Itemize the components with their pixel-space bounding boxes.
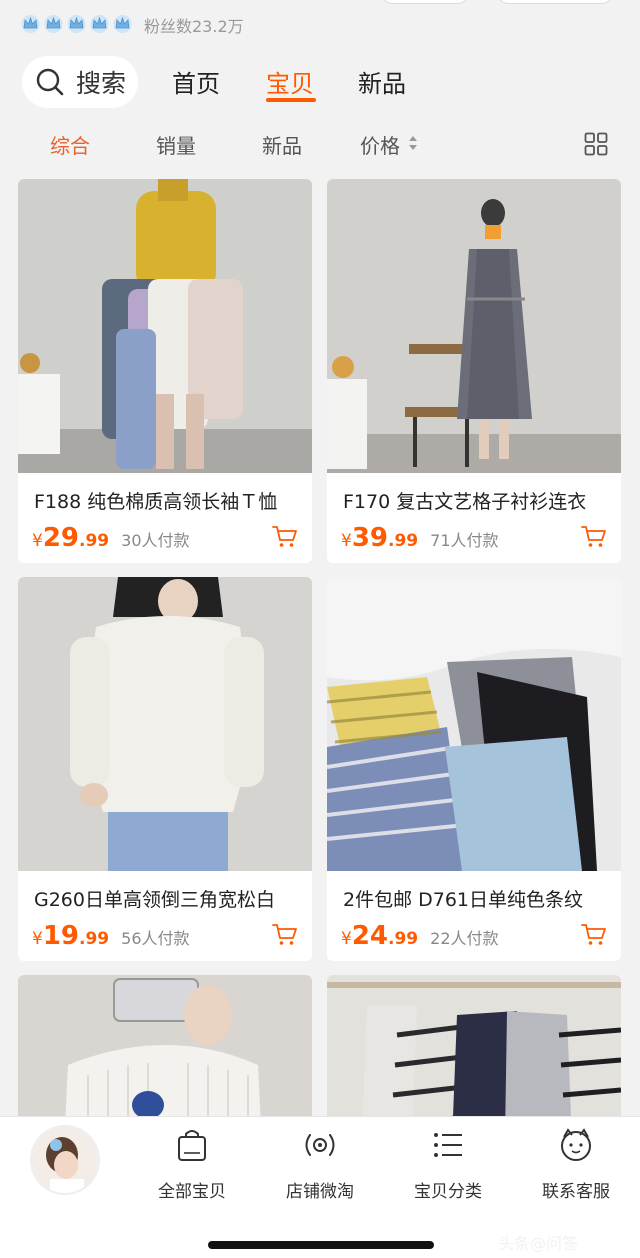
price-integer: 39 (351, 523, 389, 553)
crown-icon (113, 15, 132, 33)
avatar-image (32, 1127, 98, 1193)
product-image (18, 179, 312, 473)
crown-icon (44, 15, 63, 33)
product-image (327, 975, 621, 1135)
price-currency: ¥ (32, 929, 43, 949)
customer-service-icon (561, 1128, 591, 1161)
cart-icon[interactable] (581, 525, 607, 549)
broadcast-icon (305, 1134, 335, 1156)
tab-new-arrivals[interactable]: 新品 (358, 64, 406, 99)
price-integer: 19 (42, 921, 80, 951)
price-row: ¥ 39 .99 71人付款 (341, 523, 499, 553)
sort-bar: 综合 销量 新品 价格 (0, 120, 640, 166)
sort-price[interactable]: 价格 (360, 130, 400, 159)
price-row: ¥ 29 .99 30人付款 (32, 523, 190, 553)
sold-count: 30人付款 (121, 531, 190, 550)
price-decimal: .99 (79, 929, 110, 949)
product-title: F170 复古文艺格子衬衫连衣 (343, 491, 587, 513)
tab-shop-feed[interactable]: 店铺微淘 (265, 1177, 375, 1202)
price-integer: 24 (351, 921, 389, 951)
product-title: 2件包邮 D761日单纯色条纹 (343, 889, 584, 911)
price-currency: ¥ (341, 929, 352, 949)
grid-view-icon[interactable] (584, 132, 608, 156)
cart-icon[interactable] (272, 923, 298, 947)
watermark: 头条@问答 (498, 1234, 579, 1253)
shop-info-strip: 粉丝数23.2万 (0, 0, 640, 52)
list-icon (434, 1133, 462, 1157)
product-card[interactable]: G260日单高领倒三角宽松白 ¥ 19 .99 56人付款 (18, 577, 312, 961)
fans-count: 粉丝数23.2万 (144, 17, 244, 36)
product-title: G260日单高领倒三角宽松白 (34, 889, 275, 911)
sort-new[interactable]: 新品 (262, 130, 302, 159)
product-image (327, 577, 621, 871)
price-integer: 29 (42, 523, 80, 553)
shop-level (20, 13, 133, 34)
sort-comprehensive[interactable]: 综合 (50, 130, 90, 159)
product-title: F188 纯色棉质高领长袖Ｔ恤 (34, 491, 278, 513)
crown-icon (90, 15, 109, 33)
sold-count: 71人付款 (430, 531, 499, 550)
price-decimal: .99 (388, 929, 419, 949)
price-row: ¥ 19 .99 56人付款 (32, 921, 190, 951)
search-button[interactable]: 搜索 (22, 56, 138, 108)
price-row: ¥ 24 .99 22人付款 (341, 921, 499, 951)
tab-all-products[interactable]: 全部宝贝 (137, 1177, 247, 1202)
sort-arrows-icon (409, 136, 417, 150)
sold-count: 22人付款 (430, 929, 499, 948)
crown-icon (21, 15, 40, 33)
sold-count: 56人付款 (121, 929, 190, 948)
price-currency: ¥ (341, 531, 352, 551)
tab-products[interactable]: 宝贝 (266, 64, 314, 99)
bottom-tab-bar: 全部宝贝 店铺微淘 宝贝分类 联系客服 头条@问答 (0, 1116, 640, 1258)
product-image (327, 179, 621, 473)
shopping-bag-icon (178, 1130, 206, 1161)
price-currency: ¥ (32, 531, 43, 551)
tab-categories[interactable]: 宝贝分类 (393, 1177, 503, 1202)
tab-home[interactable]: 首页 (172, 64, 220, 99)
shop-avatar[interactable] (30, 1125, 100, 1195)
sort-sales[interactable]: 销量 (156, 130, 196, 159)
tab-customer-service[interactable]: 联系客服 (521, 1177, 631, 1202)
search-icon (36, 68, 64, 96)
price-decimal: .99 (79, 531, 110, 551)
product-card[interactable]: F170 复古文艺格子衬衫连衣 ¥ 39 .99 71人付款 (327, 179, 621, 563)
cart-icon[interactable] (272, 525, 298, 549)
top-button-partial[interactable] (496, 0, 614, 4)
search-label: 搜索 (76, 69, 127, 98)
product-card[interactable] (18, 975, 312, 1135)
product-card[interactable]: F188 纯色棉质高领长袖Ｔ恤 ¥ 29 .99 30人付款 (18, 179, 312, 563)
active-tab-indicator (266, 98, 316, 102)
cart-icon[interactable] (581, 923, 607, 947)
price-decimal: .99 (388, 531, 419, 551)
home-indicator[interactable] (208, 1241, 434, 1249)
product-image (18, 975, 312, 1135)
crown-icon (67, 15, 86, 33)
product-image (18, 577, 312, 871)
top-button-partial[interactable] (380, 0, 470, 4)
product-card[interactable] (327, 975, 621, 1135)
shop-nav: 搜索 首页 宝贝 新品 (0, 56, 640, 112)
product-card[interactable]: 2件包邮 D761日单纯色条纹 ¥ 24 .99 22人付款 (327, 577, 621, 961)
